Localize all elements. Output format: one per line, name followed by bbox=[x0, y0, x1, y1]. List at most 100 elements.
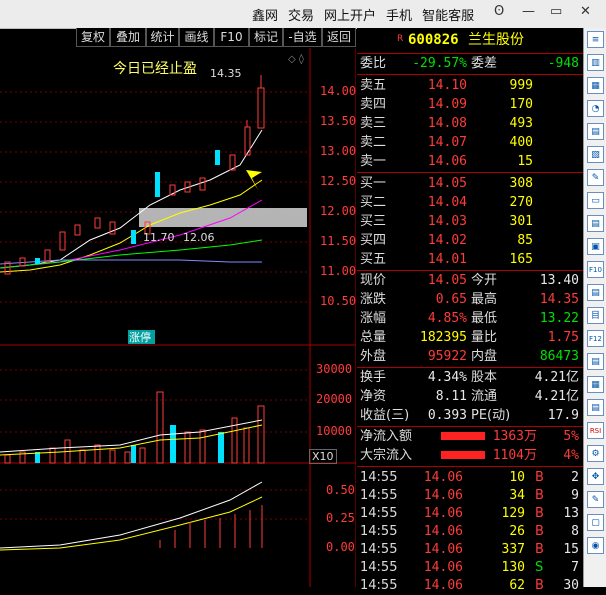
stat-row: 涨幅 4.85% 最低 13.22 bbox=[360, 311, 579, 326]
move-icon[interactable]: ✥ bbox=[587, 468, 604, 485]
toolbar-overlay-button[interactable]: 叠加 bbox=[110, 28, 146, 47]
toolbar-icon[interactable]: ▦ bbox=[587, 77, 604, 94]
toolbar-stats-button[interactable]: 统计 bbox=[146, 28, 179, 47]
weibi-row: 委比 -29.57% 委差 -948 bbox=[357, 54, 583, 73]
weicha-label: 委差 bbox=[471, 56, 498, 71]
kline-chart-area[interactable]: 今日已经止盈 14.35 11.70 12.06 涨停 X10 ◇ ◊ 14.0… bbox=[0, 48, 356, 587]
price-axis-label: 12.00 bbox=[320, 204, 357, 218]
ask-row[interactable]: 卖三 14.08 493 bbox=[357, 114, 583, 133]
ask-row[interactable]: 卖二 14.07 400 bbox=[357, 133, 583, 152]
tick-row: 14:55 14.06 26 B 8 bbox=[360, 524, 579, 539]
stat-row: 涨跌 0.65 最高 14.35 bbox=[360, 292, 579, 307]
ask-row[interactable]: 卖四 14.09 170 bbox=[357, 95, 583, 114]
stat-row: 换手 4.34% 股本 4.21亿 bbox=[360, 370, 579, 385]
volume-axis-label: 20000 bbox=[316, 392, 353, 406]
menu-item-trade[interactable]: 交易 bbox=[288, 5, 314, 24]
volume-axis-label: 10000 bbox=[316, 424, 353, 438]
volume-axis-label: 30000 bbox=[316, 362, 353, 376]
volume-scale-label: X10 bbox=[309, 449, 337, 464]
top-menu: 鑫网 交易 网上开户 手机 智能客服 bbox=[252, 5, 474, 24]
flow-bar bbox=[441, 451, 485, 459]
skin-icon[interactable]: ʘ bbox=[494, 4, 504, 19]
toolbar-icon[interactable]: ▤ bbox=[587, 123, 604, 140]
tick-row: 14:55 14.06 34 B 9 bbox=[360, 488, 579, 503]
stat-row: 总量 182395 量比 1.75 bbox=[360, 330, 579, 345]
price-axis-label: 13.50 bbox=[320, 114, 357, 128]
toolbar-icon[interactable]: ▣ bbox=[587, 238, 604, 255]
chart-toolbar: 复权 叠加 统计 画线 F10 标记 -自选 返回 bbox=[0, 28, 356, 48]
toolbar-icon[interactable]: ◔ bbox=[587, 100, 604, 117]
bid-row[interactable]: 买二 14.04 270 bbox=[357, 193, 583, 212]
toolbar-icon[interactable]: ▤ bbox=[587, 215, 604, 232]
tick-row: 14:55 14.06 337 B 15 bbox=[360, 542, 579, 557]
indicator-axis-label: 0.00 bbox=[326, 540, 355, 554]
flow-row: 大宗流入 1104万 4% bbox=[360, 448, 579, 463]
pen-icon[interactable]: ✎ bbox=[587, 491, 604, 508]
f12-icon[interactable]: F12 bbox=[587, 330, 604, 347]
toolbar-icon[interactable]: ✎ bbox=[587, 169, 604, 186]
stock-name: 兰生股份 bbox=[468, 32, 524, 48]
rsi-icon[interactable]: RSI bbox=[587, 422, 604, 439]
gear-icon[interactable]: ⚙ bbox=[587, 445, 604, 462]
low-price-label-1: 11.70 bbox=[143, 231, 175, 244]
price-axis-label: 11.00 bbox=[320, 264, 357, 278]
stock-header: R 600826 兰生股份 bbox=[357, 31, 583, 53]
toolbar-draw-button[interactable]: 画线 bbox=[179, 28, 214, 47]
tick-row: 14:55 14.06 62 B 30 bbox=[360, 578, 579, 593]
weibi-label: 委比 bbox=[360, 56, 387, 71]
f10-icon[interactable]: F10 bbox=[587, 261, 604, 278]
bid-row[interactable]: 买三 14.03 301 bbox=[357, 212, 583, 231]
menu-item-open-account[interactable]: 网上开户 bbox=[324, 5, 376, 24]
toolbar-icon[interactable]: ▧ bbox=[587, 146, 604, 163]
chart-annotation: 今日已经止盈 bbox=[113, 61, 197, 77]
stat-row: 外盘 95922 内盘 86473 bbox=[360, 349, 579, 364]
bid-row[interactable]: 买五 14.01 165 bbox=[357, 250, 583, 269]
stat-row: 收益(三) 0.393 PE(动) 17.9 bbox=[360, 408, 579, 423]
price-axis-label: 10.50 bbox=[320, 294, 357, 308]
toolbar-f10-button[interactable]: F10 bbox=[214, 28, 249, 47]
menu-item-xinwang[interactable]: 鑫网 bbox=[252, 5, 278, 24]
toolbar-back-button[interactable]: 返回 bbox=[322, 28, 356, 47]
minimize-icon[interactable]: — bbox=[522, 4, 535, 19]
target-icon[interactable]: ◉ bbox=[587, 537, 604, 554]
stock-code: 600826 bbox=[408, 32, 459, 48]
toolbar-icon[interactable]: ▦ bbox=[587, 376, 604, 393]
close-icon[interactable]: ✕ bbox=[580, 4, 591, 19]
kline-chart-svg bbox=[0, 48, 356, 587]
ask-row[interactable]: 卖五 14.10 999 bbox=[357, 76, 583, 95]
toolbar-mark-button[interactable]: 标记 bbox=[249, 28, 283, 47]
toolbar-watchlist-button[interactable]: -自选 bbox=[283, 28, 322, 47]
toolbar-icon[interactable]: ▤ bbox=[587, 399, 604, 416]
high-price-label: 14.35 bbox=[210, 67, 242, 80]
tick-row: 14:55 14.06 129 B 13 bbox=[360, 506, 579, 521]
flow-row: 净流入额 1363万 5% bbox=[360, 429, 579, 444]
right-toolbar: ≡ ▥ ▦ ◔ ▤ ▧ ✎ ▭ ▤ ▣ F10 ▤ 目 F12 ▤ ▦ ▤ RS… bbox=[583, 28, 606, 587]
toolbar-icon[interactable]: ≡ bbox=[587, 31, 604, 48]
maximize-icon[interactable]: ▭ bbox=[550, 4, 562, 19]
top-menu-bar: 鑫网 交易 网上开户 手机 智能客服 ʘ — ▭ ✕ bbox=[0, 0, 606, 29]
tick-row: 14:55 14.06 130 S 7 bbox=[360, 560, 579, 575]
menu-item-service[interactable]: 智能客服 bbox=[422, 5, 474, 24]
price-axis-label: 12.50 bbox=[320, 174, 357, 188]
bid-row[interactable]: 买四 14.02 85 bbox=[357, 231, 583, 250]
toolbar-icon[interactable]: ▭ bbox=[587, 192, 604, 209]
menu-item-mobile[interactable]: 手机 bbox=[386, 5, 412, 24]
weicha-value: -948 bbox=[547, 56, 579, 71]
stat-row: 净资 8.11 流通 4.21亿 bbox=[360, 389, 579, 404]
chart-settings-icon[interactable]: ◇ ◊ bbox=[288, 54, 304, 65]
toolbar-icon[interactable]: ▥ bbox=[587, 54, 604, 71]
stat-row: 现价 14.05 今开 13.40 bbox=[360, 273, 579, 288]
price-axis-label: 13.00 bbox=[320, 144, 357, 158]
toolbar-icon[interactable]: 目 bbox=[587, 307, 604, 324]
bid-row[interactable]: 买一 14.05 308 bbox=[357, 174, 583, 193]
quote-panel: R 600826 兰生股份 委比 -29.57% 委差 -948 卖五 14.1… bbox=[357, 28, 583, 593]
price-axis-label: 11.50 bbox=[320, 234, 357, 248]
window-icon[interactable]: ▢ bbox=[587, 514, 604, 531]
ask-row[interactable]: 卖一 14.06 15 bbox=[357, 152, 583, 171]
toolbar-icon[interactable]: ▤ bbox=[587, 353, 604, 370]
toolbar-icon[interactable]: ▤ bbox=[587, 284, 604, 301]
margin-badge: R bbox=[397, 34, 404, 44]
flow-bar bbox=[441, 432, 485, 440]
toolbar-fuquan-button[interactable]: 复权 bbox=[76, 28, 110, 47]
low-price-label-2: 12.06 bbox=[183, 231, 215, 244]
